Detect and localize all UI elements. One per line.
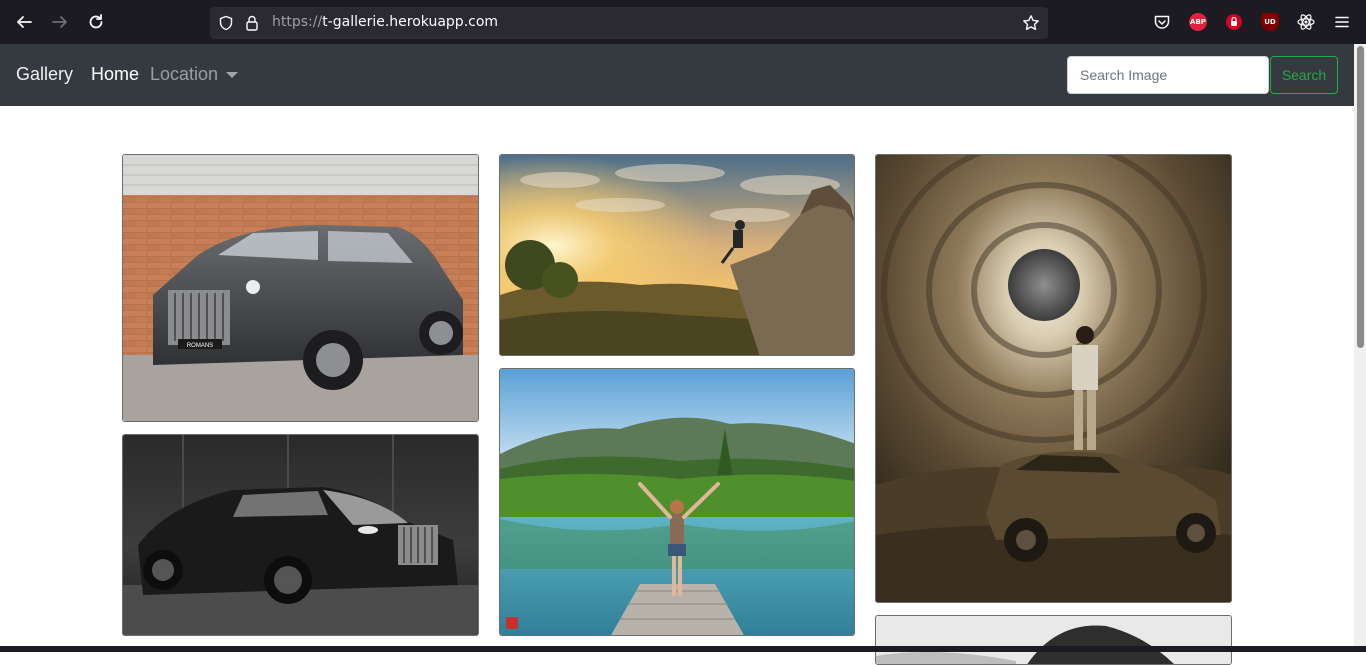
ublock-origin-icon[interactable]: UD [1260,12,1280,32]
menu-icon[interactable] [1332,12,1352,32]
cliff-sunset-picture [500,155,854,355]
moon-vortex-picture [876,155,1231,602]
license-plate-text: ROMANS [187,343,213,349]
page-scrollbar-thumb[interactable] [1357,46,1364,348]
gallery-image-bw-partial[interactable] [875,615,1232,665]
search-button[interactable]: Search [1270,56,1338,94]
url-text[interactable]: https://t-gallerie.herokuapp.com [272,14,498,30]
bw-partial-picture [876,616,1231,664]
gallery-image-moon-vortex[interactable] [875,154,1232,603]
gallery-image-cliff-sunset[interactable] [499,154,855,356]
browser-toolbar: https://t-gallerie.herokuapp.com ABP UD [0,0,1366,44]
ublock-origin-badge: UD [1261,13,1279,31]
search-input[interactable] [1067,56,1269,94]
password-lock-icon[interactable] [1224,12,1244,32]
nav-location-dropdown[interactable]: Location [150,64,239,85]
rolls-royce-cullinan-picture: ROMANS [123,155,478,421]
pocket-icon[interactable] [1152,12,1172,32]
rolls-royce-wraith-picture [123,435,478,635]
url-host: t-gallerie.herokuapp.com [322,14,499,30]
nav-home-link[interactable]: Home [91,64,139,85]
forward-icon[interactable] [48,10,72,34]
gallery-image-rolls-royce-wraith[interactable] [122,434,479,636]
react-devtools-icon[interactable] [1296,12,1316,32]
brand-link[interactable]: Gallery [16,64,73,85]
caret-down-icon [226,71,239,78]
nav-location-label: Location [150,64,219,84]
window-bottom-edge [0,646,1366,652]
site-info-lock-icon[interactable] [244,14,260,36]
adblock-plus-badge: ABP [1189,13,1207,31]
back-icon[interactable] [12,10,36,34]
reload-icon[interactable] [84,10,108,34]
url-bar[interactable]: https://t-gallerie.herokuapp.com [210,7,1048,39]
url-scheme: https:// [272,14,323,30]
gallery-image-rolls-royce-cullinan[interactable]: ROMANS [122,154,479,422]
bookmark-star-icon[interactable] [1022,14,1040,36]
lake-jetty-picture [500,369,854,635]
tracking-shield-icon[interactable] [218,15,234,35]
gallery-image-lake-jetty[interactable] [499,368,855,636]
adblock-plus-icon[interactable]: ABP [1188,12,1208,32]
